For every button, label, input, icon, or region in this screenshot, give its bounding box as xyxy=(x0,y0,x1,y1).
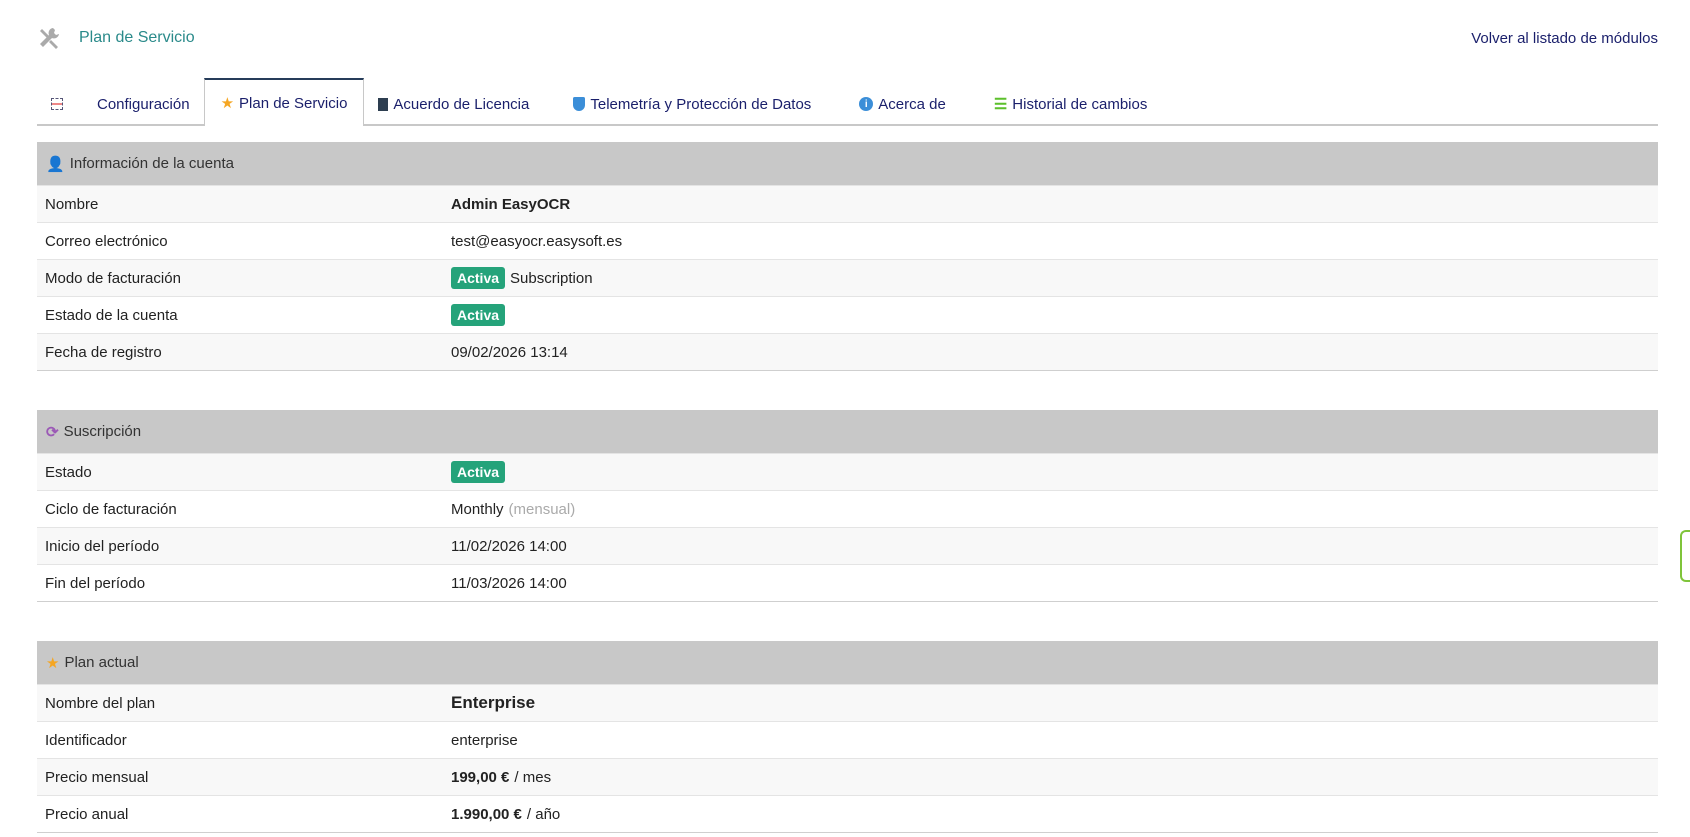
table-row: Fin del período 11/03/2026 14:00 xyxy=(37,564,1658,601)
tab-label: Acerca de xyxy=(878,95,946,113)
table-row: Fecha de registro 09/02/2026 13:14 xyxy=(37,333,1658,370)
tools-icon xyxy=(40,28,59,49)
table-row: Ciclo de facturación Monthly (mensual) xyxy=(37,490,1658,527)
row-label: Inicio del período xyxy=(45,537,160,555)
billing-mode: Subscription xyxy=(510,269,593,287)
monthly-price: 199,00 € xyxy=(451,768,510,786)
page-header: Plan de Servicio xyxy=(37,26,195,50)
table-row: Estado Activa xyxy=(37,453,1658,490)
account-name: Admin EasyOCR xyxy=(451,195,571,213)
star-icon: ★ xyxy=(46,654,60,672)
status-badge: Activa xyxy=(451,267,506,289)
row-label: Nombre xyxy=(45,195,99,213)
table-row: Inicio del período 11/02/2026 14:00 xyxy=(37,527,1658,564)
price-unit: / año xyxy=(526,805,561,823)
billing-cycle: Monthly xyxy=(451,500,504,518)
plan-name: Enterprise xyxy=(451,693,536,712)
table-row: Precio anual 1.990,00 € / año xyxy=(37,795,1658,832)
side-widget-tab[interactable] xyxy=(1680,530,1690,582)
refresh-icon: ⟳ xyxy=(46,423,59,441)
row-label: Estado xyxy=(45,463,92,481)
row-label: Correo electrónico xyxy=(45,232,168,250)
account-info-section: 👤 Información de la cuenta Nombre Admin Ea… xyxy=(37,142,1658,371)
table-row: Modo de facturación Activa Subscription xyxy=(37,259,1658,296)
status-badge: Activa xyxy=(451,461,506,483)
plan-id: enterprise xyxy=(451,731,518,749)
tab-label: Telemetría y Protección de Datos xyxy=(590,95,812,113)
user-icon: 👤 xyxy=(46,155,65,173)
section-title: Información de la cuenta xyxy=(69,155,234,172)
table-row: Identificador enterprise xyxy=(37,721,1658,758)
table-row: Correo electrónico test@easyocr.easysoft.… xyxy=(37,222,1658,259)
tab-configuracion[interactable]: Configuración xyxy=(83,78,204,124)
module-logo-icon xyxy=(37,78,83,124)
tab-telemetria[interactable]: Telemetría y Protección de Datos xyxy=(559,78,825,124)
tab-acerca-de[interactable]: i Acerca de xyxy=(845,78,960,124)
tab-plan-de-servicio[interactable]: ★ Plan de Servicio xyxy=(203,78,365,126)
row-label: Fecha de registro xyxy=(45,343,162,361)
back-to-modules-link[interactable]: Volver al listado de módulos xyxy=(1471,30,1658,47)
row-label: Precio mensual xyxy=(45,768,149,786)
star-icon: ★ xyxy=(220,95,235,112)
section-title: Plan actual xyxy=(64,654,139,671)
row-label: Modo de facturación xyxy=(45,269,181,287)
table-row: Estado de la cuenta Activa xyxy=(37,296,1658,333)
row-label: Precio anual xyxy=(45,805,129,823)
section-header: 👤 Información de la cuenta xyxy=(37,142,1658,185)
table-row: Precio mensual 199,00 € / mes xyxy=(37,758,1658,795)
tab-label: Acuerdo de Licencia xyxy=(393,95,530,113)
table-row: Nombre del plan Enterprise xyxy=(37,684,1658,721)
period-end: 11/03/2026 14:00 xyxy=(451,574,567,592)
section-title: Suscripción xyxy=(63,423,142,440)
row-label: Nombre del plan xyxy=(45,694,156,712)
billing-cycle-note: (mensual) xyxy=(508,500,576,518)
tab-label: Configuración xyxy=(97,95,190,113)
page-title: Plan de Servicio xyxy=(79,29,195,46)
price-unit: / mes xyxy=(514,768,552,786)
current-plan-section: ★ Plan actual Nombre del plan Enterprise I… xyxy=(37,641,1658,833)
yearly-price: 1.990,00 € xyxy=(451,805,522,823)
row-label: Identificador xyxy=(45,731,127,749)
tab-label: Historial de cambios xyxy=(1012,95,1148,113)
section-header: ⟳ Suscripción xyxy=(37,410,1658,453)
info-icon: i xyxy=(859,97,874,111)
shield-icon xyxy=(573,97,586,111)
tab-bar: Configuración ★ Plan de Servicio Acuerdo … xyxy=(37,78,1658,126)
section-header: ★ Plan actual xyxy=(37,641,1658,684)
tab-label: Plan de Servicio xyxy=(239,94,348,112)
row-label: Ciclo de facturación xyxy=(45,500,177,518)
status-badge: Activa xyxy=(451,304,506,326)
period-start: 11/02/2026 14:00 xyxy=(451,537,567,555)
list-icon: ☰ xyxy=(993,96,1008,113)
registration-date: 09/02/2026 13:14 xyxy=(451,343,568,361)
account-email: test@easyocr.easysoft.es xyxy=(451,232,623,250)
table-row: Nombre Admin EasyOCR xyxy=(37,185,1658,222)
tab-historial[interactable]: ☰ Historial de cambios xyxy=(980,78,1162,124)
row-label: Estado de la cuenta xyxy=(45,306,178,324)
tab-acuerdo-licencia[interactable]: Acuerdo de Licencia xyxy=(364,78,543,124)
pdf-file-icon xyxy=(378,97,389,111)
row-label: Fin del período xyxy=(45,574,146,592)
subscription-section: ⟳ Suscripción Estado Activa Ciclo de factu… xyxy=(37,410,1658,602)
